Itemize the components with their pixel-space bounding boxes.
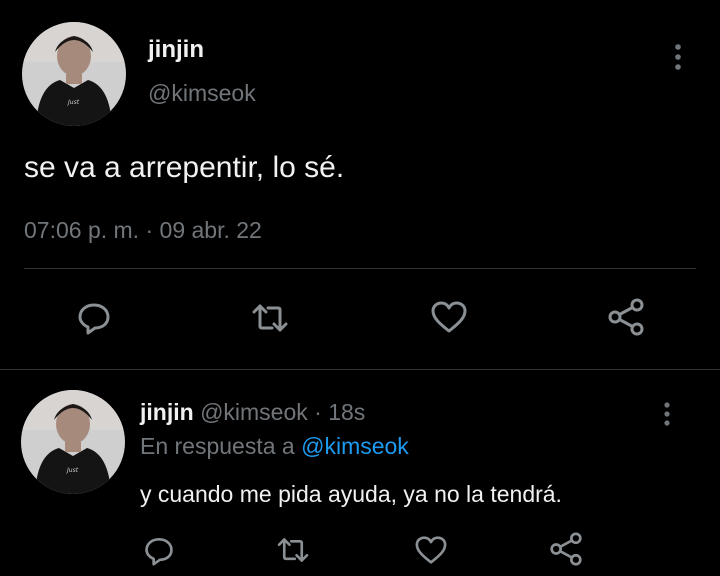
divider [24, 268, 696, 269]
reply-icon[interactable] [143, 534, 175, 566]
tweet-text: se va a arrepentir, lo sé. [24, 151, 345, 184]
reply-context: En respuesta a @kimseok [140, 432, 409, 460]
avatar-shirt-text: Just [67, 99, 80, 106]
header-separator: · [314, 399, 322, 425]
user-handle[interactable]: @kimseok [200, 399, 308, 425]
reply-to-link[interactable]: @kimseok [301, 433, 409, 459]
tweet-time: 07:06 p. m. [24, 217, 140, 243]
tweet-date: 09 abr. 22 [159, 217, 262, 243]
share-icon[interactable] [548, 532, 584, 566]
share-icon[interactable] [606, 298, 646, 336]
display-name[interactable]: jinjin [148, 36, 204, 64]
reply-tweet[interactable]: Just jinjin @kimseok · 18s En respuesta … [0, 370, 720, 576]
avatar-shirt-text: Just [66, 467, 79, 474]
like-icon[interactable] [430, 300, 468, 334]
tweet-age: 18s [328, 399, 366, 425]
more-options-icon[interactable] [659, 400, 675, 428]
more-options-icon[interactable] [670, 42, 686, 72]
timestamp-separator: · [145, 217, 154, 243]
tweet-text: y cuando me pida ayuda, ya no la tendrá. [140, 481, 562, 507]
reply-header: jinjin @kimseok · 18s [140, 398, 365, 426]
like-icon[interactable] [414, 535, 448, 565]
reply-icon[interactable] [76, 299, 112, 335]
tweet-timestamp: 07:06 p. m. · 09 abr. 22 [24, 216, 262, 244]
retweet-icon[interactable] [275, 536, 311, 564]
user-handle[interactable]: @kimseok [148, 79, 256, 107]
avatar[interactable]: Just [22, 22, 126, 126]
main-tweet: Just jinjin @kimseok se va a arrepentir,… [0, 0, 720, 370]
reply-prefix: En respuesta a [140, 433, 295, 459]
display-name[interactable]: jinjin [140, 399, 194, 425]
retweet-icon[interactable] [250, 302, 290, 334]
avatar[interactable]: Just [21, 390, 125, 494]
